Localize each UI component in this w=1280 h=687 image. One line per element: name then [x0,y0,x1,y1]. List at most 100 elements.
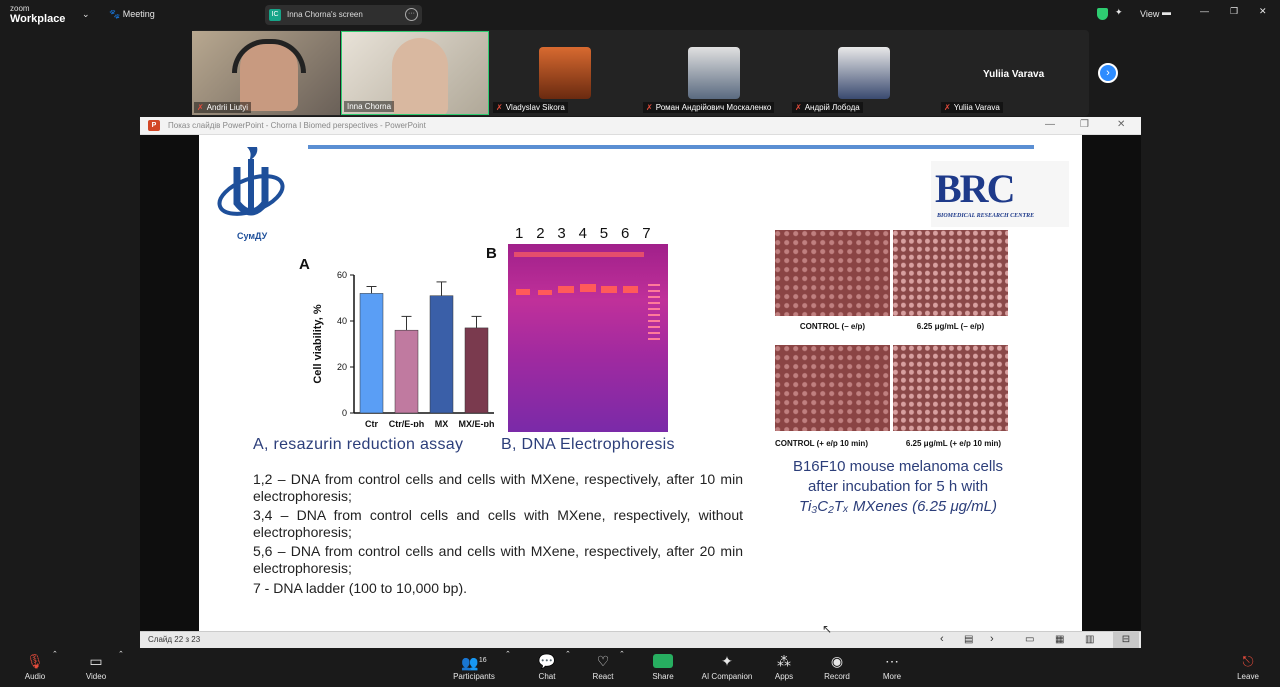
viability-bar-chart: A 0 20 40 60 Cell viability, % Ctr Ctr/E-ph MX M… [299,256,495,427]
cell-image [775,230,890,316]
bar [359,293,384,414]
view-button[interactable]: View [1140,9,1159,19]
y-tick-label: 20 [337,362,347,372]
x-tick-label: MX/E-ph [459,419,495,427]
cursor-icon: ↖ [822,622,833,636]
chevron-up-icon[interactable]: ⌃ [505,650,511,658]
share-pill[interactable]: IC Inna Chorna's screen ··· [265,5,422,25]
video-button[interactable]: ▭ Video [80,650,112,681]
leave-button[interactable]: ⎋ Leave [1234,650,1262,681]
shield-icon[interactable] [1097,8,1108,20]
zoom-logo: zoom Workplace [10,4,66,25]
reading-view-icon[interactable]: ▥ [1085,634,1094,645]
bar [429,295,454,414]
video-icon: ▭ [89,653,103,669]
chevron-down-icon[interactable]: ⌄ [82,9,90,20]
legend-line-1: 1,2 – DNA from control cells and cells w… [253,471,743,504]
more-icon: ⋯ [885,653,899,669]
bar [464,327,489,414]
more-icon[interactable]: ··· [405,8,418,21]
participant-tile-active[interactable]: Inna Chorna [341,31,489,115]
next-slide-icon[interactable]: › [990,633,994,645]
panel-b-label: B [486,245,497,262]
lane-number: 1 [515,225,524,242]
chevron-up-icon[interactable]: ⌃ [565,650,571,658]
lane-number: 5 [599,225,609,242]
heart-icon: ♡ [596,653,610,669]
minimize-icon[interactable]: — [1200,6,1209,16]
mic-off-icon: ✗ [646,103,653,112]
lane-number: 4 [578,225,587,242]
share-button[interactable]: Share [648,672,678,681]
ai-companion-button[interactable]: ✦ AI Companion [700,650,754,681]
sparkle-icon[interactable]: ✦ [1115,7,1123,18]
lane-number: 3 [557,225,566,242]
sorter-view-icon[interactable]: ▦ [1055,634,1064,645]
legend-line-3: 5,6 – DNA from control cells and cells w… [253,543,743,576]
close-icon[interactable]: ✕ [1259,6,1267,17]
participants-button[interactable]: 👥16 Participants [448,650,500,681]
avatar [838,47,890,99]
brc-logo: BRC BIOMEDICAL RESEARCH CENTRE [931,161,1069,227]
dna-gel-image [508,244,668,432]
x-tick-label: Ctr/E-ph [389,419,425,427]
lane-number: 2 [536,225,545,242]
paw-icon: 🐾 [109,9,121,19]
close-icon[interactable]: ✕ [1117,119,1125,130]
restore-icon[interactable]: ❐ [1230,6,1238,17]
meeting-menu[interactable]: 🐾 Meeting [109,9,155,20]
y-tick-label: 40 [337,316,347,326]
y-axis-label: Cell viability, % [312,304,324,383]
share-icon [653,654,673,668]
mic-off-icon: ✗ [197,103,204,112]
participant-tile[interactable]: ✗ Andrii Liutyi [192,31,340,115]
record-button[interactable]: ◉ Record [822,650,852,681]
cells-caption: B16F10 mouse melanoma cells after incuba… [792,458,1004,515]
person-video [392,38,448,114]
slideshow-icon[interactable]: ⊟ [1113,632,1139,648]
participant-tile[interactable]: ✗ Vladyslav Sikora [491,31,639,115]
chevron-up-icon[interactable]: ⌃ [52,650,58,658]
powerpoint-icon: P [148,120,160,131]
participant-tile[interactable]: ✗ Андрій Лобода [790,31,938,115]
chat-icon: 💬 [538,653,556,669]
caption-a: A, resazurin reduction assay [253,436,464,453]
cell-image [893,345,1008,431]
slide-counter: Слайд 22 з 23 [148,635,201,644]
mic-off-icon: ✗ [496,103,503,112]
more-button[interactable]: ⋯ More [878,650,906,681]
top-bar [0,0,1280,30]
lane-number: 6 [621,225,630,242]
powerpoint-window: P Показ слайдів PowerPoint - Chorna I Bi… [140,117,1141,648]
svg-text:СумДУ: СумДУ [237,231,268,241]
avatar [688,47,740,99]
sparkle-icon: ✦ [721,653,733,669]
participant-tile[interactable]: Yuliia Varava ✗ Yuliia Varava [939,31,1079,115]
audio-button[interactable]: 🎙 Audio [20,650,50,681]
chevron-up-icon[interactable]: ⌃ [619,650,625,658]
restore-icon[interactable]: ❐ [1080,119,1089,130]
minimize-icon[interactable]: — [1045,119,1055,130]
lane-numbers: 1234567 [509,225,674,243]
participant-tile[interactable]: ✗ Роман Андрійович Москаленко [641,31,789,115]
mic-off-icon: ✗ [944,103,951,112]
ppt-title-bar: P Показ слайдів PowerPoint - Chorna I Bi… [140,117,1141,135]
chevron-up-icon[interactable]: ⌃ [118,650,124,658]
chat-button[interactable]: 💬 Chat [532,650,562,681]
slide-sorter-icon[interactable]: ▤ [964,634,973,645]
normal-view-icon[interactable]: ▭ [1025,634,1034,645]
mic-off-icon: ✗ [795,103,802,112]
bar [394,329,419,414]
prev-slide-icon[interactable]: ‹ [940,633,944,645]
apps-button[interactable]: ⁂ Apps [772,650,796,681]
view-layout-icon[interactable]: ▬ [1162,7,1171,17]
apps-icon: ⁂ [777,653,791,669]
avatar [539,47,591,99]
next-page-icon[interactable]: › [1098,63,1118,83]
x-tick-label: Ctr [365,419,378,427]
x-tick-label: MX [435,419,449,427]
slide: СумДУ BRC BIOMEDICAL RESEARCH CENTRE A 0… [199,135,1082,631]
legend-line-2: 3,4 – DNA from control cells and cells w… [253,507,743,540]
react-button[interactable]: ♡ React [588,650,618,681]
legend-line-4: 7 - DNA ladder (100 to 10,000 bp). [253,580,468,596]
